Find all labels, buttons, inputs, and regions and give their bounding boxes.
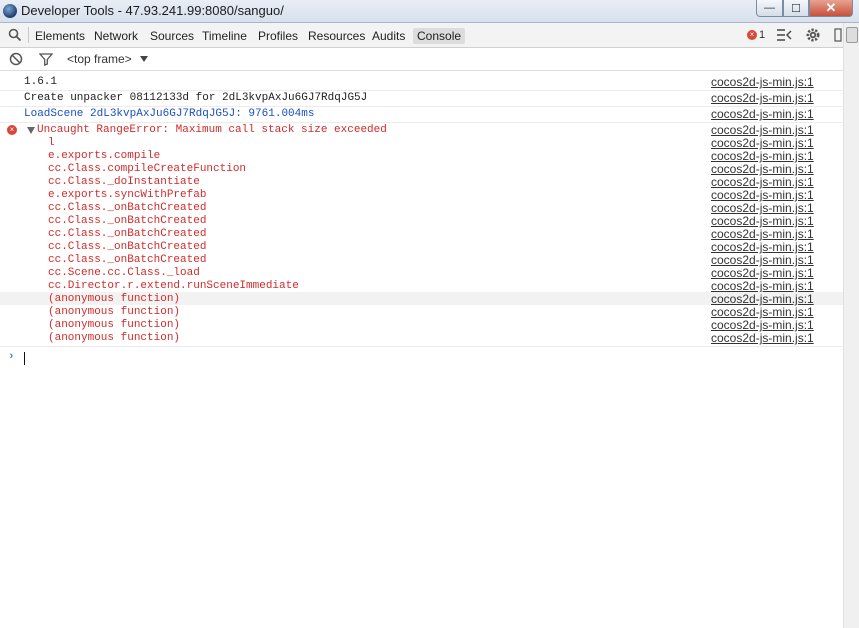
frame-selector[interactable]: <top frame>: [67, 52, 148, 66]
minimize-button[interactable]: —: [756, 0, 783, 17]
stack-frame: l: [48, 137, 55, 149]
stack-frame: e.exports.syncWithPrefab: [48, 189, 207, 201]
stack-frame: cc.Class._doInstantiate: [48, 176, 200, 188]
stack-frame: cc.Scene.cc.Class._load: [48, 267, 200, 279]
source-link[interactable]: cocos2d-js-min.js:1: [711, 162, 814, 176]
source-link[interactable]: cocos2d-js-min.js:1: [711, 123, 814, 137]
source-link[interactable]: cocos2d-js-min.js:1: [711, 214, 814, 228]
window-title: Developer Tools - 47.93.241.99:8080/sang…: [21, 3, 284, 18]
tab-resources[interactable]: Resources: [308, 28, 365, 44]
source-link[interactable]: cocos2d-js-min.js:1: [711, 91, 814, 105]
error-counter[interactable]: × 1: [747, 29, 765, 41]
toolbar-divider: [28, 27, 29, 43]
stack-frame: cc.Class._onBatchCreated: [48, 215, 207, 227]
search-icon[interactable]: [8, 28, 22, 42]
scrollbar[interactable]: [843, 23, 859, 628]
source-link[interactable]: cocos2d-js-min.js:1: [711, 136, 814, 150]
devtools-app-icon: [3, 4, 17, 18]
console-message: Create unpacker 08112133d for 2dL3kvpAxJ…: [24, 92, 368, 104]
error-message: Uncaught RangeError: Maximum call stack …: [37, 124, 387, 136]
tab-network[interactable]: Network: [94, 28, 138, 44]
stack-frame: (anonymous function): [48, 293, 181, 305]
stack-frame: (anonymous function): [48, 332, 181, 344]
tab-elements[interactable]: Elements: [35, 28, 85, 44]
source-link[interactable]: cocos2d-js-min.js:1: [711, 188, 814, 202]
console-output: 1.6.1 cocos2d-js-min.js:1 Create unpacker …: [0, 71, 859, 628]
devtools-tabbar: Elements Network Sources Timeline Profil…: [0, 23, 859, 48]
expand-triangle-icon[interactable]: [27, 127, 35, 134]
frame-selector-label: <top frame>: [67, 52, 132, 66]
stack-frame: cc.Class._onBatchCreated: [48, 228, 207, 240]
stack-frame: cc.Director.r.extend.runSceneImmediate: [48, 280, 299, 292]
source-link[interactable]: cocos2d-js-min.js:1: [711, 266, 814, 280]
stack-frame: (anonymous function): [48, 306, 181, 318]
chevron-down-icon: [139, 56, 148, 62]
stack-frame: cc.Class._onBatchCreated: [48, 202, 207, 214]
tab-profiles[interactable]: Profiles: [258, 28, 298, 44]
console-input[interactable]: [24, 352, 25, 365]
tab-audits[interactable]: Audits: [372, 28, 405, 44]
scrollbar-handle[interactable]: [846, 27, 858, 43]
close-button[interactable]: ✕: [809, 0, 853, 17]
stack-frame: (anonymous function): [48, 319, 181, 331]
source-link[interactable]: cocos2d-js-min.js:1: [711, 75, 814, 89]
tab-sources[interactable]: Sources: [150, 28, 194, 44]
filter-icon[interactable]: [39, 52, 53, 66]
console-message: 1.6.1: [24, 76, 58, 88]
undock-icon[interactable]: [833, 27, 843, 43]
source-link[interactable]: cocos2d-js-min.js:1: [711, 279, 814, 293]
tab-timeline[interactable]: Timeline: [202, 28, 247, 44]
error-icon: ×: [7, 125, 17, 135]
tab-console[interactable]: Console: [413, 28, 466, 44]
error-badge-icon: ×: [747, 30, 757, 40]
stack-frame: cc.Class._onBatchCreated: [48, 241, 207, 253]
stack-frame: cc.Class.compileCreateFunction: [48, 163, 247, 175]
dock-toggle-icon[interactable]: [776, 27, 792, 43]
source-link[interactable]: cocos2d-js-min.js:1: [711, 201, 814, 215]
source-link[interactable]: cocos2d-js-min.js:1: [711, 107, 814, 121]
console-prompt-icon: ›: [8, 351, 15, 363]
source-link[interactable]: cocos2d-js-min.js:1: [711, 305, 814, 319]
message-divider: [0, 346, 859, 347]
gear-icon[interactable]: [805, 27, 821, 43]
source-link[interactable]: cocos2d-js-min.js:1: [711, 253, 814, 267]
source-link[interactable]: cocos2d-js-min.js:1: [711, 149, 814, 163]
source-link[interactable]: cocos2d-js-min.js:1: [711, 331, 814, 345]
source-link[interactable]: cocos2d-js-min.js:1: [711, 292, 814, 306]
window-titlebar: Developer Tools - 47.93.241.99:8080/sang…: [0, 0, 859, 23]
error-count: 1: [759, 29, 766, 41]
stack-frame: e.exports.compile: [48, 150, 161, 162]
source-link[interactable]: cocos2d-js-min.js:1: [711, 318, 814, 332]
maximize-button[interactable]: ☐: [783, 0, 809, 17]
stack-frame: cc.Class._onBatchCreated: [48, 254, 207, 266]
console-message: LoadScene 2dL3kvpAxJu6GJ7RdqJG5J: 9761.0…: [24, 108, 315, 120]
source-link[interactable]: cocos2d-js-min.js:1: [711, 175, 814, 189]
clear-console-icon[interactable]: [9, 52, 23, 66]
source-link[interactable]: cocos2d-js-min.js:1: [711, 240, 814, 254]
console-filterbar: <top frame>: [0, 48, 859, 71]
source-link[interactable]: cocos2d-js-min.js:1: [711, 227, 814, 241]
